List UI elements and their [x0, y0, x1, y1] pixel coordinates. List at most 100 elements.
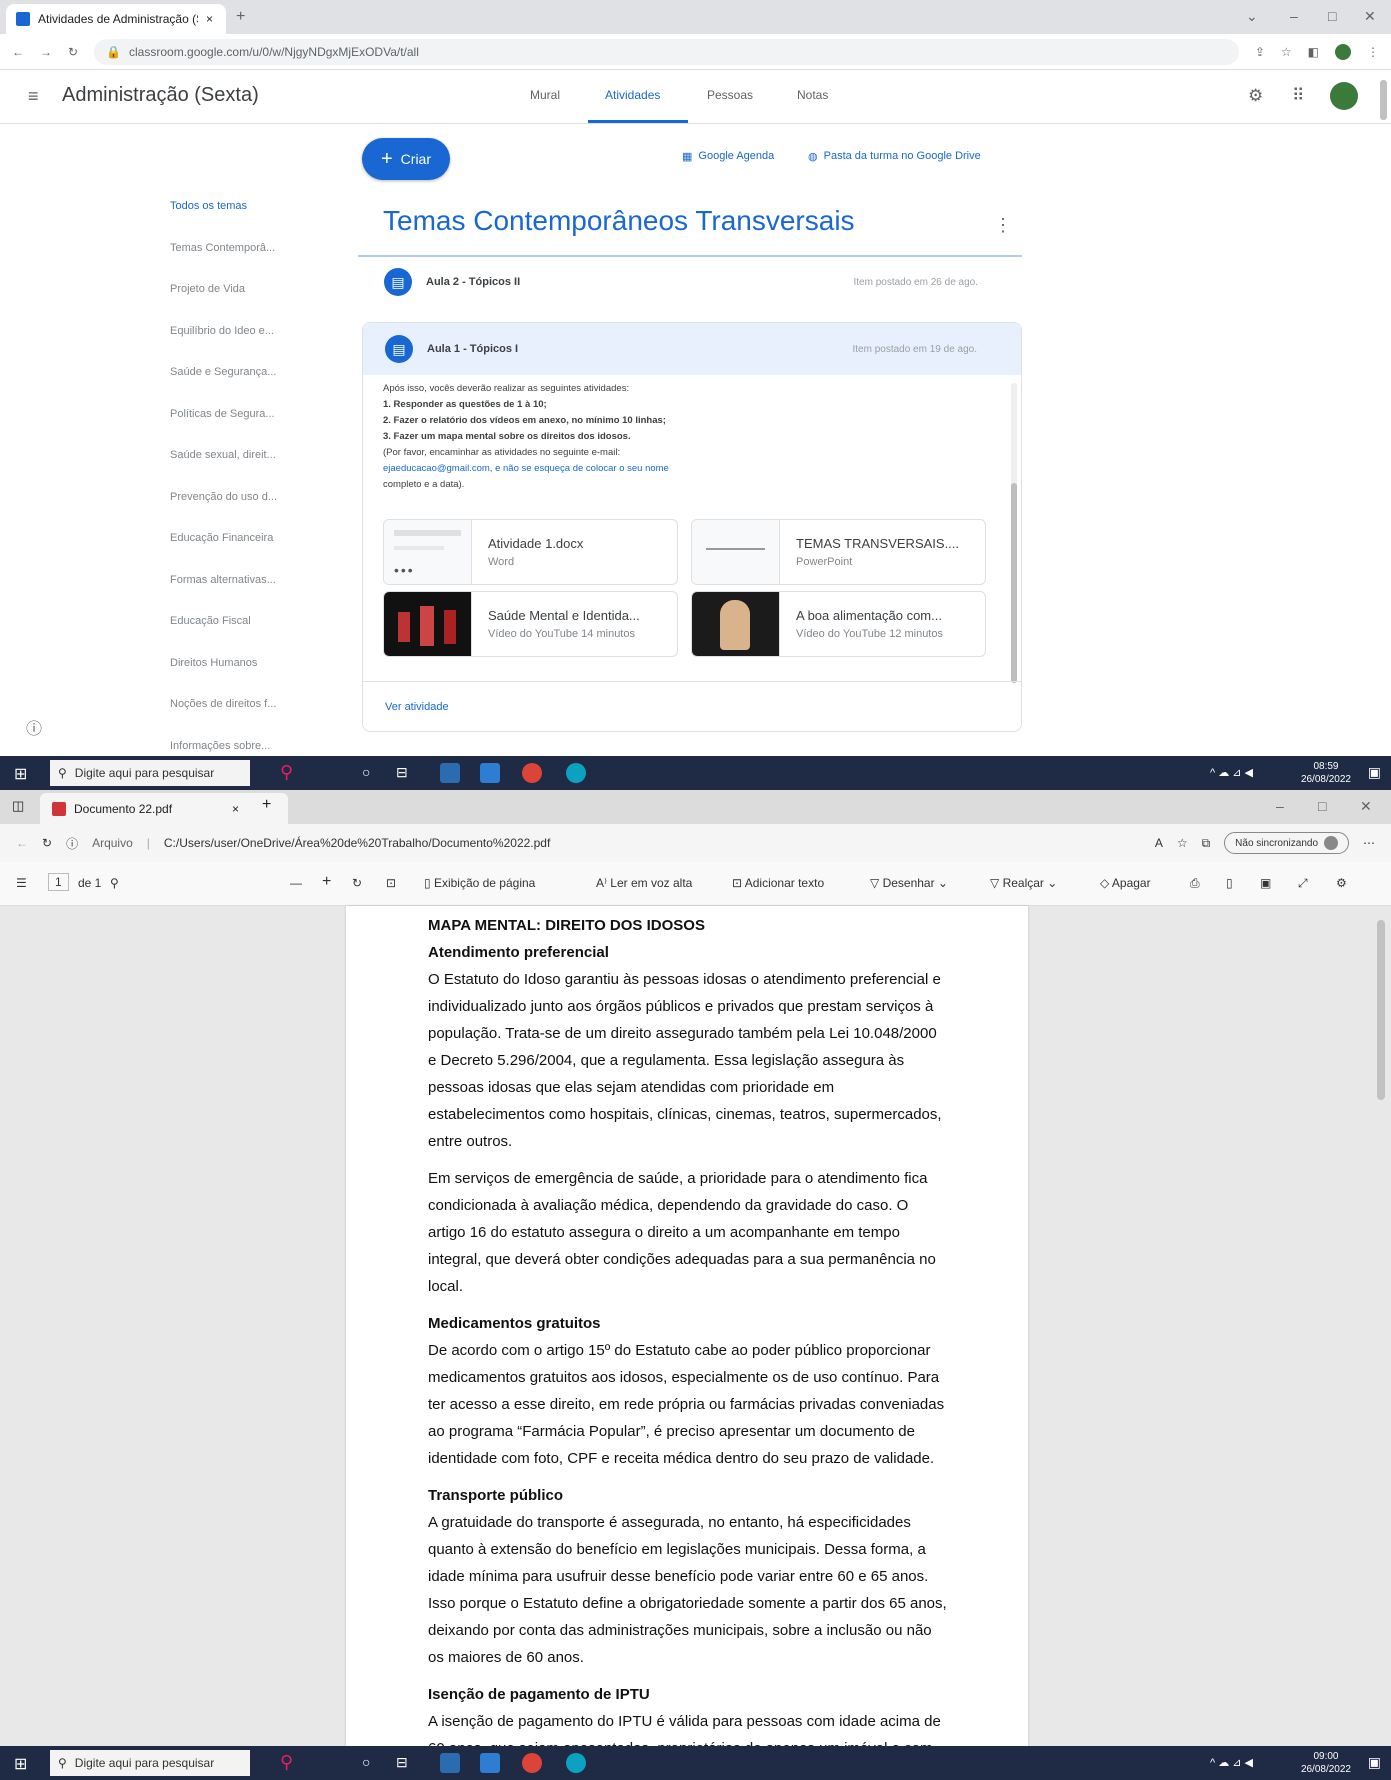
- close-window-icon[interactable]: ✕: [1360, 798, 1372, 815]
- file-explorer-icon[interactable]: [440, 1753, 460, 1773]
- tab-notas[interactable]: Notas: [797, 88, 828, 102]
- sidebar-topic-item[interactable]: Educação Fiscal: [170, 615, 251, 627]
- sidebar-topic-item[interactable]: Prevenção do uso d...: [170, 491, 277, 503]
- description-line[interactable]: ejaeducacao@gmail.com, e não se esqueça …: [383, 461, 983, 477]
- read-aloud-button[interactable]: A⁾ Ler em voz alta: [596, 876, 692, 890]
- widgets-icon[interactable]: ⊟: [396, 1754, 408, 1771]
- sidebar-item-all-topics[interactable]: Todos os temas: [170, 200, 247, 212]
- page-number-input[interactable]: 1: [48, 873, 69, 891]
- minimize-icon[interactable]: –: [1276, 798, 1284, 814]
- hamburger-menu-icon[interactable]: ≡: [28, 86, 39, 107]
- chrome-menu-icon[interactable]: ⋮: [1367, 45, 1379, 59]
- maximize-icon[interactable]: □: [1318, 798, 1326, 814]
- taskbar-search[interactable]: ⚲ Digite aqui para pesquisar: [50, 1750, 250, 1776]
- close-tab-icon[interactable]: ×: [232, 802, 239, 816]
- store-icon[interactable]: [480, 1753, 500, 1773]
- zoom-out-icon[interactable]: —: [290, 876, 302, 890]
- assignment-row-aula2[interactable]: ▤ Aula 2 - Tópicos II Item postado em 26…: [362, 262, 1022, 302]
- zoom-in-icon[interactable]: +: [322, 873, 331, 891]
- task-view-icon[interactable]: ○: [362, 764, 370, 780]
- assignment-header[interactable]: ▤ Aula 1 - Tópicos I Item postado em 19 …: [363, 323, 1021, 375]
- sidebar-topic-item[interactable]: Formas alternativas...: [170, 574, 276, 586]
- sidebar-topic-item[interactable]: Temas Contemporâ...: [170, 242, 275, 254]
- class-name[interactable]: Administração (Sexta): [62, 84, 259, 107]
- sidebar-topic-item[interactable]: Equilíbrio do Ideo e...: [170, 325, 274, 337]
- share-icon[interactable]: ⇪: [1255, 45, 1265, 59]
- favorite-star-icon[interactable]: ☆: [1177, 836, 1188, 850]
- taskbar-clock[interactable]: 09:00 26/08/2022: [1301, 1750, 1351, 1776]
- sidebar-topic-item[interactable]: Noções de direitos f...: [170, 698, 276, 710]
- avatar[interactable]: [1330, 82, 1358, 110]
- print-icon[interactable]: ⎙: [1190, 876, 1200, 891]
- sidebar-topic-item[interactable]: Direitos Humanos: [170, 657, 257, 669]
- pdf-scrollbar[interactable]: [1377, 920, 1385, 1100]
- rotate-icon[interactable]: ↻: [352, 876, 362, 890]
- tab-search-icon[interactable]: ⌄: [1246, 8, 1258, 25]
- create-button[interactable]: + Criar: [362, 138, 450, 180]
- widgets-icon[interactable]: ⊟: [396, 764, 408, 781]
- sidebar-topic-item[interactable]: Saúde sexual, direit...: [170, 449, 276, 461]
- notifications-icon[interactable]: ▣: [1368, 764, 1381, 781]
- erase-button[interactable]: ◇ Apagar: [1100, 876, 1151, 890]
- minimize-icon[interactable]: –: [1290, 8, 1298, 24]
- extensions-icon[interactable]: ◧: [1308, 45, 1319, 59]
- new-tab-icon[interactable]: +: [236, 8, 245, 26]
- cortana-search-icon[interactable]: ⚲: [280, 762, 293, 783]
- description-scrollbar[interactable]: [1011, 383, 1017, 683]
- reload-icon[interactable]: ↻: [42, 836, 52, 850]
- fit-page-icon[interactable]: ⊡: [386, 876, 396, 890]
- sidebar-topic-item[interactable]: Políticas de Segura...: [170, 408, 275, 420]
- attachment-video-1[interactable]: Saúde Mental e Identida... Vídeo do YouT…: [383, 591, 678, 657]
- collections-icon[interactable]: ⧉: [1202, 836, 1211, 851]
- find-icon[interactable]: ⚲: [110, 876, 119, 890]
- sync-button[interactable]: Não sincronizando: [1224, 832, 1349, 854]
- contents-icon[interactable]: ☰: [16, 876, 27, 890]
- taskbar-search[interactable]: ⚲ Digite aqui para pesquisar: [50, 760, 250, 786]
- bookmark-star-icon[interactable]: ☆: [1281, 45, 1292, 59]
- windows-start-icon[interactable]: ⊞: [14, 764, 27, 784]
- forward-icon[interactable]: →: [40, 45, 52, 59]
- calendar-link[interactable]: ▦ Google Agenda: [682, 150, 774, 163]
- attachment-pptx[interactable]: TEMAS TRANSVERSAIS.... PowerPoint: [691, 519, 986, 585]
- profile-icon[interactable]: [1335, 43, 1351, 60]
- address-bar[interactable]: 🔒 classroom.google.com/u/0/w/NjgyNDgxMjE…: [94, 38, 1239, 65]
- highlight-button[interactable]: ▽ Realçar ⌄: [990, 876, 1057, 890]
- url-text[interactable]: C:/Users/user/OneDrive/Área%20de%20Traba…: [164, 836, 1141, 850]
- notifications-icon[interactable]: ▣: [1368, 1754, 1381, 1771]
- tab-pessoas[interactable]: Pessoas: [707, 88, 753, 102]
- topic-more-icon[interactable]: ⋮: [994, 215, 1012, 236]
- fullscreen-icon[interactable]: ⤢: [1298, 876, 1308, 891]
- windows-start-icon[interactable]: ⊞: [14, 1754, 27, 1774]
- close-window-icon[interactable]: ✕: [1364, 8, 1376, 25]
- maximize-icon[interactable]: □: [1328, 8, 1336, 24]
- back-icon[interactable]: ←: [12, 45, 24, 59]
- settings-gear-icon[interactable]: ⚙: [1248, 86, 1263, 106]
- save-icon[interactable]: ▯: [1226, 876, 1233, 890]
- tab-actions-icon[interactable]: ◫: [12, 798, 24, 814]
- task-view-icon[interactable]: ○: [362, 1754, 370, 1770]
- draw-button[interactable]: ▽ Desenhar ⌄: [870, 876, 948, 890]
- reload-icon[interactable]: ↻: [68, 45, 78, 59]
- taskbar-clock[interactable]: 08:59 26/08/2022: [1301, 760, 1351, 786]
- drive-folder-link[interactable]: ◍ Pasta da turma no Google Drive: [808, 150, 981, 163]
- new-tab-icon[interactable]: +: [262, 796, 271, 814]
- save-as-icon[interactable]: ▣: [1260, 876, 1271, 890]
- sidebar-topic-item[interactable]: Educação Financeira: [170, 532, 273, 544]
- chrome-taskbar-icon[interactable]: [522, 763, 542, 783]
- system-tray-icons[interactable]: ^ ☁ ⊿ ◀: [1210, 1756, 1253, 1769]
- settings-more-icon[interactable]: ⋯: [1363, 836, 1375, 850]
- page-view-button[interactable]: ▯ Exibição de página: [424, 876, 535, 890]
- sidebar-topic-item[interactable]: Saúde e Segurança...: [170, 366, 276, 378]
- add-text-button[interactable]: ⊡ Adicionar texto: [732, 876, 824, 890]
- store-icon[interactable]: [480, 763, 500, 783]
- tab-mural[interactable]: Mural: [530, 88, 560, 102]
- browser-tab-pdf[interactable]: Documento 22.pdf ×: [40, 793, 288, 824]
- system-tray-icons[interactable]: ^ ☁ ⊿ ◀: [1210, 766, 1253, 779]
- close-tab-icon[interactable]: ×: [206, 12, 213, 26]
- view-activity-link[interactable]: Ver atividade: [385, 701, 449, 713]
- attachment-docx[interactable]: ••• Atividade 1.docx Word: [383, 519, 678, 585]
- edge-taskbar-icon[interactable]: [566, 763, 586, 783]
- sidebar-topic-item[interactable]: Informações sobre...: [170, 740, 270, 752]
- apps-grid-icon[interactable]: ⠿: [1292, 86, 1304, 106]
- browser-tab-classroom[interactable]: Atividades de Administração (Se ×: [6, 4, 226, 34]
